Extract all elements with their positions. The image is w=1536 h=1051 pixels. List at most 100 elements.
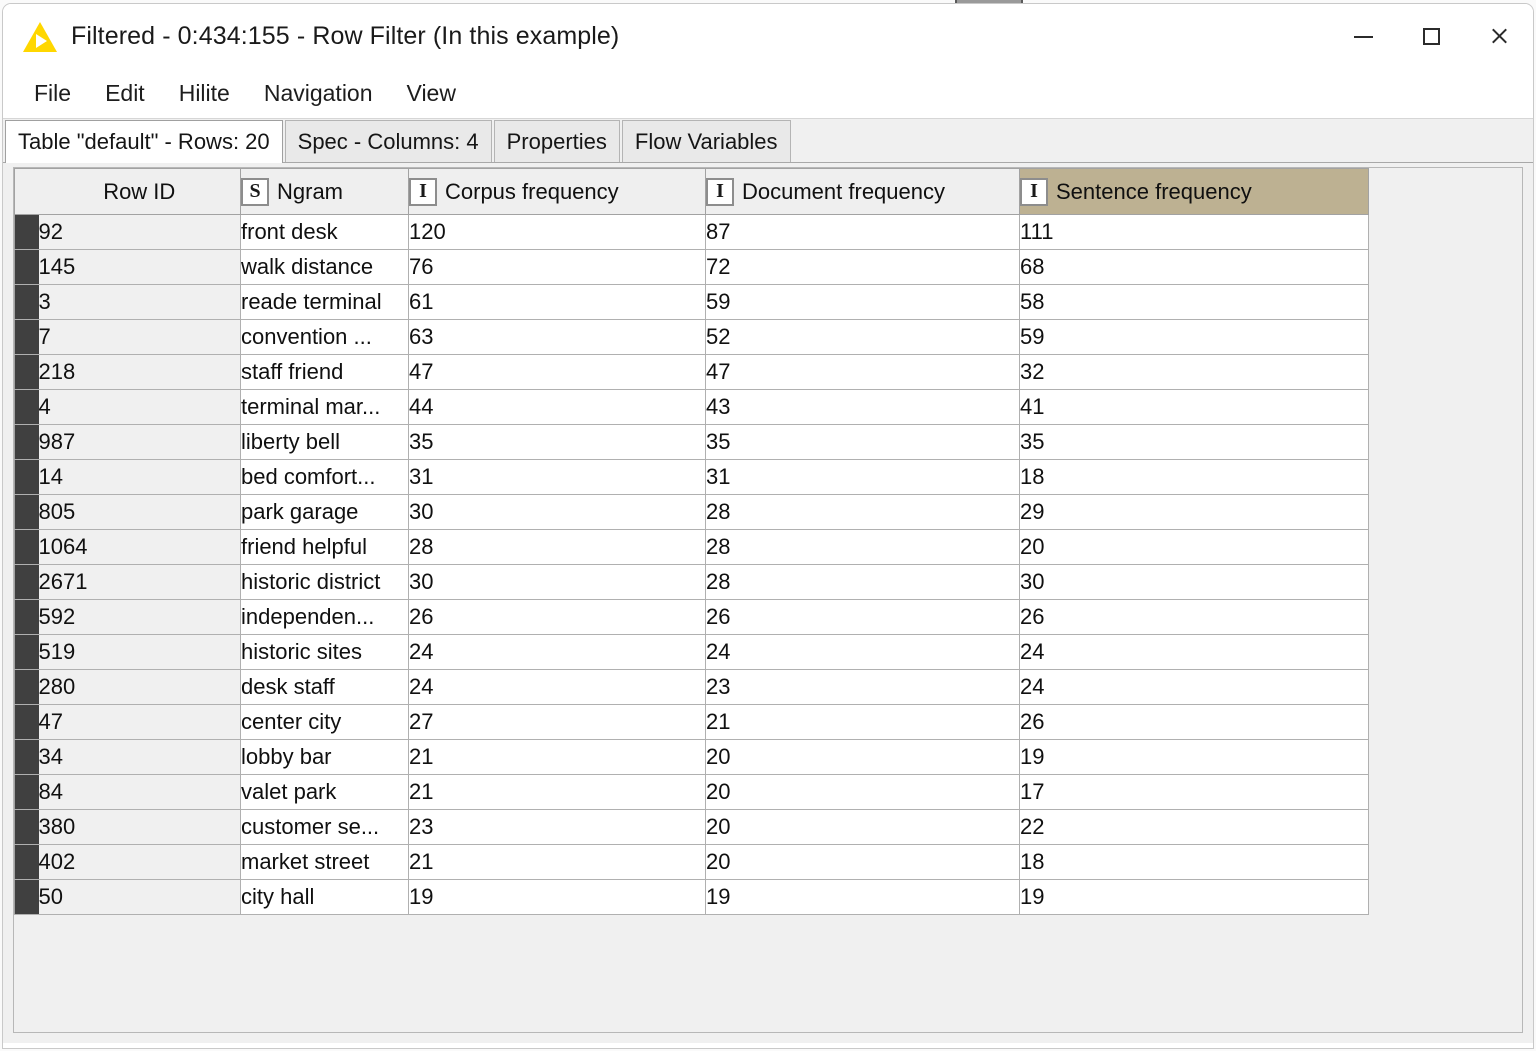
cell-sentence-frequency[interactable]: 24 [1019, 634, 1369, 670]
cell-sentence-frequency[interactable]: 18 [1019, 844, 1369, 880]
cell-sentence-frequency[interactable]: 17 [1019, 774, 1369, 810]
cell-rowid[interactable]: 1064 [38, 529, 241, 565]
cell-corpus-frequency[interactable]: 24 [408, 669, 706, 705]
cell-document-frequency[interactable]: 20 [705, 844, 1020, 880]
menu-item-hilite[interactable]: Hilite [162, 76, 247, 111]
cell-corpus-frequency[interactable]: 47 [408, 354, 706, 390]
cell-ngram[interactable]: terminal mar... [240, 389, 409, 425]
cell-corpus-frequency[interactable]: 28 [408, 529, 706, 565]
cell-corpus-frequency[interactable]: 120 [408, 214, 706, 250]
column-header-corpus-frequency[interactable]: I Corpus frequency [408, 168, 706, 215]
cell-rowid[interactable]: 3 [38, 284, 241, 320]
cell-sentence-frequency[interactable]: 58 [1019, 284, 1369, 320]
cell-sentence-frequency[interactable]: 68 [1019, 249, 1369, 285]
cell-rowid[interactable]: 218 [38, 354, 241, 390]
cell-document-frequency[interactable]: 20 [705, 809, 1020, 845]
cell-ngram[interactable]: customer se... [240, 809, 409, 845]
cell-ngram[interactable]: friend helpful [240, 529, 409, 565]
cell-sentence-frequency[interactable]: 18 [1019, 459, 1369, 495]
cell-rowid[interactable]: 519 [38, 634, 241, 670]
cell-rowid[interactable]: 987 [38, 424, 241, 460]
menu-item-view[interactable]: View [390, 76, 473, 111]
cell-corpus-frequency[interactable]: 23 [408, 809, 706, 845]
cell-rowid[interactable]: 380 [38, 809, 241, 845]
cell-rowid[interactable]: 7 [38, 319, 241, 355]
table-row[interactable]: 84 valet park 21 20 17 [14, 774, 1369, 810]
cell-corpus-frequency[interactable]: 24 [408, 634, 706, 670]
tab-flow-variables[interactable]: Flow Variables [621, 120, 791, 162]
cell-rowid[interactable]: 280 [38, 669, 241, 705]
cell-sentence-frequency[interactable]: 35 [1019, 424, 1369, 460]
cell-ngram[interactable]: bed comfort... [240, 459, 409, 495]
cell-document-frequency[interactable]: 52 [705, 319, 1020, 355]
cell-ngram[interactable]: lobby bar [240, 739, 409, 775]
column-header-sentence-frequency[interactable]: I Sentence frequency [1019, 168, 1369, 215]
cell-document-frequency[interactable]: 23 [705, 669, 1020, 705]
table-row[interactable]: 987 liberty bell 35 35 35 [14, 424, 1369, 460]
column-header-document-frequency[interactable]: I Document frequency [705, 168, 1020, 215]
cell-corpus-frequency[interactable]: 76 [408, 249, 706, 285]
cell-document-frequency[interactable]: 19 [705, 879, 1020, 915]
cell-sentence-frequency[interactable]: 19 [1019, 739, 1369, 775]
cell-document-frequency[interactable]: 47 [705, 354, 1020, 390]
cell-ngram[interactable]: staff friend [240, 354, 409, 390]
cell-corpus-frequency[interactable]: 31 [408, 459, 706, 495]
cell-document-frequency[interactable]: 72 [705, 249, 1020, 285]
cell-corpus-frequency[interactable]: 21 [408, 844, 706, 880]
cell-sentence-frequency[interactable]: 20 [1019, 529, 1369, 565]
cell-ngram[interactable]: independen... [240, 599, 409, 635]
cell-ngram[interactable]: park garage [240, 494, 409, 530]
cell-ngram[interactable]: center city [240, 704, 409, 740]
cell-document-frequency[interactable]: 43 [705, 389, 1020, 425]
table-row[interactable]: 145 walk distance 76 72 68 [14, 249, 1369, 285]
cell-corpus-frequency[interactable]: 44 [408, 389, 706, 425]
cell-rowid[interactable]: 47 [38, 704, 241, 740]
cell-ngram[interactable]: desk staff [240, 669, 409, 705]
cell-document-frequency[interactable]: 59 [705, 284, 1020, 320]
cell-sentence-frequency[interactable]: 32 [1019, 354, 1369, 390]
minimize-button[interactable] [1329, 4, 1397, 69]
cell-corpus-frequency[interactable]: 19 [408, 879, 706, 915]
menu-item-file[interactable]: File [17, 76, 88, 111]
cell-document-frequency[interactable]: 28 [705, 564, 1020, 600]
table-row[interactable]: 4 terminal mar... 44 43 41 [14, 389, 1369, 425]
cell-ngram[interactable]: liberty bell [240, 424, 409, 460]
table-row[interactable]: 34 lobby bar 21 20 19 [14, 739, 1369, 775]
table-row[interactable]: 592 independen... 26 26 26 [14, 599, 1369, 635]
cell-rowid[interactable]: 84 [38, 774, 241, 810]
cell-sentence-frequency[interactable]: 26 [1019, 599, 1369, 635]
cell-ngram[interactable]: walk distance [240, 249, 409, 285]
cell-document-frequency[interactable]: 24 [705, 634, 1020, 670]
cell-document-frequency[interactable]: 20 [705, 739, 1020, 775]
cell-rowid[interactable]: 2671 [38, 564, 241, 600]
cell-ngram[interactable]: city hall [240, 879, 409, 915]
cell-corpus-frequency[interactable]: 30 [408, 494, 706, 530]
menu-item-edit[interactable]: Edit [88, 76, 162, 111]
table-row[interactable]: 47 center city 27 21 26 [14, 704, 1369, 740]
cell-sentence-frequency[interactable]: 22 [1019, 809, 1369, 845]
table-row[interactable]: 3 reade terminal 61 59 58 [14, 284, 1369, 320]
cell-sentence-frequency[interactable]: 111 [1019, 214, 1369, 250]
table-row[interactable]: 805 park garage 30 28 29 [14, 494, 1369, 530]
cell-ngram[interactable]: convention ... [240, 319, 409, 355]
menu-item-navigation[interactable]: Navigation [247, 76, 390, 111]
column-header-rowid[interactable]: Row ID [38, 168, 241, 215]
close-button[interactable] [1465, 4, 1533, 69]
cell-corpus-frequency[interactable]: 30 [408, 564, 706, 600]
cell-corpus-frequency[interactable]: 27 [408, 704, 706, 740]
cell-document-frequency[interactable]: 28 [705, 529, 1020, 565]
table-row[interactable]: 50 city hall 19 19 19 [14, 879, 1369, 915]
cell-rowid[interactable]: 92 [38, 214, 241, 250]
cell-corpus-frequency[interactable]: 21 [408, 739, 706, 775]
cell-sentence-frequency[interactable]: 30 [1019, 564, 1369, 600]
cell-rowid[interactable]: 145 [38, 249, 241, 285]
table-row[interactable]: 7 convention ... 63 52 59 [14, 319, 1369, 355]
cell-rowid[interactable]: 14 [38, 459, 241, 495]
cell-rowid[interactable]: 402 [38, 844, 241, 880]
table-scroll-area[interactable]: Row ID S Ngram I Corpus frequency I Docu… [13, 167, 1523, 1033]
cell-ngram[interactable]: valet park [240, 774, 409, 810]
tab-table[interactable]: Table "default" - Rows: 20 [5, 120, 283, 163]
cell-corpus-frequency[interactable]: 63 [408, 319, 706, 355]
cell-ngram[interactable]: front desk [240, 214, 409, 250]
table-row[interactable]: 402 market street 21 20 18 [14, 844, 1369, 880]
